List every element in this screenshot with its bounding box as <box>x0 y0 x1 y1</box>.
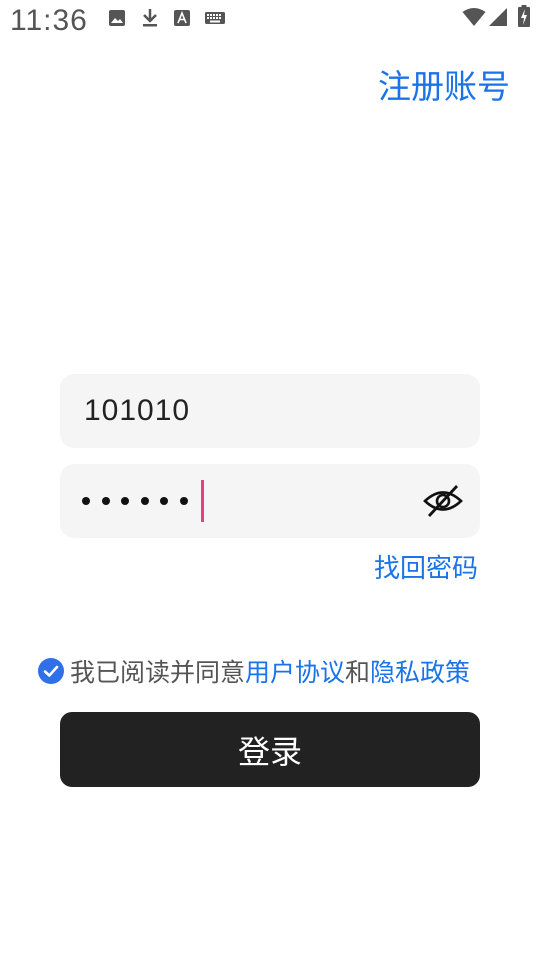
image-icon <box>109 10 125 26</box>
keyboard-icon <box>205 12 225 24</box>
password-dot <box>82 497 90 505</box>
status-bar: 11:36 <box>0 0 540 44</box>
privacy-policy-link[interactable]: 隐私政策 <box>370 653 470 689</box>
forgot-password-link[interactable]: 找回密码 <box>374 548 478 585</box>
font-a-icon <box>174 10 190 26</box>
battery-charging-icon <box>518 5 530 27</box>
eye-off-icon[interactable] <box>422 480 464 522</box>
register-account-link[interactable]: 注册账号 <box>378 60 510 108</box>
password-mask <box>82 464 199 538</box>
text-cursor <box>201 480 204 522</box>
password-input[interactable] <box>60 464 480 538</box>
agreement-row: 我已阅读并同意 用户协议 和 隐私政策 <box>38 654 470 688</box>
password-dot <box>179 497 188 505</box>
password-dot <box>101 497 110 505</box>
account-input[interactable]: 101010 <box>60 374 480 448</box>
password-dot <box>140 497 149 505</box>
download-icon <box>143 9 157 27</box>
password-dot <box>121 497 129 505</box>
agreement-prefix-text: 我已阅读并同意 <box>70 658 246 687</box>
agreement-joiner-text: 和 <box>345 658 371 687</box>
status-time: 11:36 <box>10 4 88 37</box>
wifi-icon <box>462 8 486 26</box>
password-dot <box>160 497 168 505</box>
user-agreement-link[interactable]: 用户协议 <box>245 653 345 689</box>
checkbox-checked-icon[interactable] <box>38 658 64 684</box>
signal-icon <box>489 8 507 26</box>
login-button[interactable]: 登录 <box>60 712 480 787</box>
account-input-value: 101010 <box>84 394 191 427</box>
